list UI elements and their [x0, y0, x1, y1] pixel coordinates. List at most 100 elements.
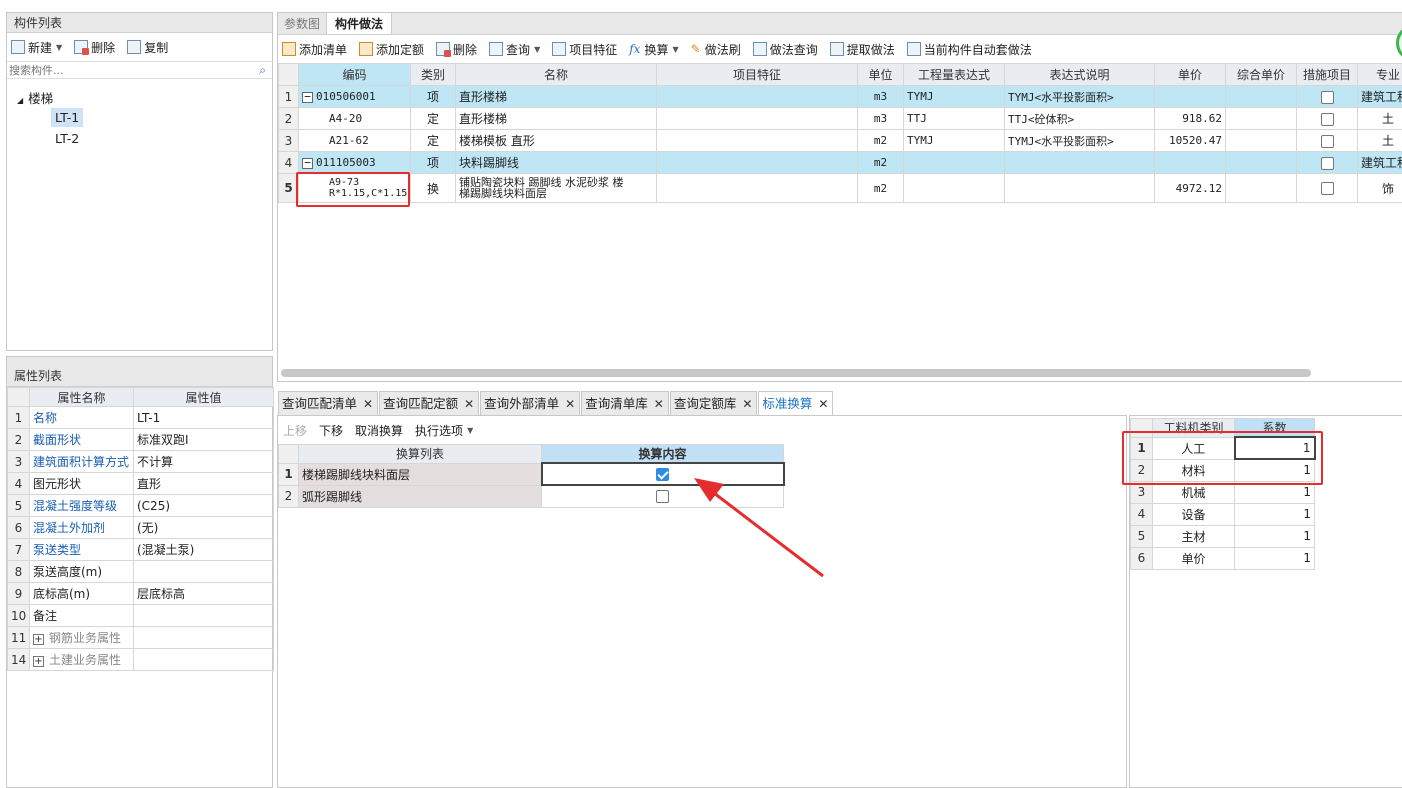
- table-row[interactable]: 4 设备 1: [1130, 502, 1315, 526]
- tab-component-method[interactable]: 构件做法: [326, 13, 393, 34]
- close-icon[interactable]: ✕: [818, 397, 828, 411]
- component-search-input[interactable]: [7, 62, 247, 78]
- prop-value[interactable]: 标准双跑I: [133, 428, 274, 451]
- coefficient-input[interactable]: 1: [1234, 546, 1315, 570]
- measure-checkbox[interactable]: [1320, 112, 1334, 126]
- prop-value[interactable]: LT-1: [133, 406, 274, 429]
- prop-value[interactable]: [133, 604, 274, 627]
- prop-value[interactable]: 直形: [133, 472, 274, 495]
- extract-method-button[interactable]: 提取做法: [829, 41, 895, 58]
- col-measure: 措施项目: [1296, 63, 1358, 86]
- copy-icon: [127, 40, 142, 54]
- copy-button[interactable]: 复制: [127, 39, 168, 56]
- fx-icon: fx: [629, 42, 641, 56]
- coefficient-input[interactable]: 1: [1234, 524, 1315, 548]
- table-row[interactable]: 3 A21-62 定 楼梯模板 直形 m2 TYMJ TYMJ<水平投影面积> …: [278, 129, 1402, 152]
- close-icon[interactable]: ✕: [363, 397, 373, 411]
- col-conversion-content: 换算内容: [541, 444, 784, 464]
- horizontal-scrollbar[interactable]: [281, 369, 1311, 377]
- component-list-title: 构件列表: [7, 13, 272, 33]
- method-brush-button[interactable]: ✎ 做法刷: [691, 41, 741, 58]
- property-list-title: 属性列表: [7, 357, 272, 387]
- move-down-button[interactable]: 下移: [319, 422, 343, 439]
- add-quota-button[interactable]: 添加定额: [359, 41, 424, 58]
- col-desc: 表达式说明: [1004, 63, 1155, 86]
- delete-icon: [74, 40, 90, 55]
- prop-value[interactable]: 不计算: [133, 450, 274, 473]
- col-total-price: 综合单价: [1225, 63, 1297, 86]
- query-button[interactable]: 查询 ▼: [489, 41, 540, 58]
- tree-root-stairs[interactable]: ◢ 楼梯: [17, 88, 53, 107]
- annotation-box-code: [296, 172, 410, 207]
- table-row[interactable]: 1 −010506001 项 直形楼梯 m3 TYMJ TYMJ<水平投影面积>…: [278, 85, 1402, 108]
- prop-value[interactable]: 层底标高: [133, 582, 274, 605]
- new-button[interactable]: 新建 ▼: [11, 39, 62, 56]
- move-up-button[interactable]: 上移: [283, 422, 307, 439]
- auto-apply-icon: [906, 42, 921, 56]
- col-code: 编码: [298, 63, 411, 86]
- chevron-down-icon: ▼: [56, 42, 63, 52]
- tab-quota-library[interactable]: 查询定额库 ✕: [669, 391, 758, 415]
- component-list-panel: 构件列表 新建▼ 删除 复制 ⌕ ◢楼梯 LT-1 LT-2: [6, 12, 273, 351]
- collapse-icon: ◢: [17, 96, 24, 105]
- prop-name: 混凝土外加剂: [29, 516, 134, 539]
- collapse-icon[interactable]: −: [302, 91, 313, 103]
- annotation-box-coefficients: [1122, 431, 1323, 485]
- method-query-icon: [752, 42, 767, 56]
- close-icon[interactable]: ✕: [464, 397, 474, 411]
- add-list-button[interactable]: 添加清单: [282, 41, 347, 58]
- measure-checkbox[interactable]: [1320, 90, 1334, 104]
- method-query-button[interactable]: 做法查询: [752, 41, 818, 58]
- chevron-down-icon: ▼: [534, 44, 541, 54]
- brush-icon: ✎: [690, 42, 701, 56]
- table-row[interactable]: 6 单价 1: [1130, 546, 1315, 570]
- exec-options-button[interactable]: 执行选项 ▼: [415, 422, 473, 439]
- delete-row-button[interactable]: 删除: [436, 41, 477, 58]
- tab-standard-conversion[interactable]: 标准换算 ✕: [758, 391, 834, 415]
- collapse-icon[interactable]: −: [302, 157, 313, 169]
- prop-name: 底标高(m): [29, 582, 134, 605]
- prop-value[interactable]: [133, 560, 274, 583]
- prop-group-steel[interactable]: + 钢筋业务属性: [29, 626, 134, 649]
- cancel-conversion-button[interactable]: 取消换算: [355, 422, 403, 439]
- tree-item-lt1[interactable]: LT-1: [51, 108, 84, 127]
- table-row[interactable]: 4 −011105003 项 块料踢脚线 m2 建筑工程: [278, 151, 1402, 174]
- conversion-checkbox[interactable]: [656, 468, 669, 481]
- prop-name: 截面形状: [29, 428, 134, 451]
- tab-match-quota[interactable]: 查询匹配定额 ✕: [379, 391, 480, 415]
- delete-icon: [436, 42, 452, 57]
- annotation-arrow: [694, 478, 824, 578]
- prop-name: 建筑面积计算方式: [29, 450, 134, 473]
- prop-header-name: 属性名称: [29, 387, 134, 407]
- feature-icon: [552, 42, 567, 56]
- measure-checkbox[interactable]: [1320, 134, 1334, 148]
- tab-list-library[interactable]: 查询清单库 ✕: [581, 391, 669, 415]
- measure-checkbox[interactable]: [1320, 182, 1334, 195]
- prop-name: 图元形状: [29, 472, 134, 495]
- query-icon: [489, 42, 504, 56]
- search-icon[interactable]: ⌕: [259, 63, 266, 78]
- table-row[interactable]: 5 A9-73 R*1.15,C*1.15 换 铺贴陶瓷块料 踢脚线 水泥砂浆 楼…: [278, 173, 1402, 203]
- close-icon[interactable]: ✕: [565, 397, 575, 411]
- coefficient-input[interactable]: 1: [1234, 502, 1315, 526]
- table-row[interactable]: 5 主材 1: [1130, 524, 1315, 548]
- delete-button[interactable]: 删除: [74, 39, 115, 56]
- tab-param-diagram[interactable]: 参数图: [278, 13, 326, 34]
- auto-apply-button[interactable]: 当前构件自动套做法: [906, 41, 1032, 58]
- bottom-tabs: 查询匹配清单 ✕ 查询匹配定额 ✕ 查询外部清单 ✕ 查询清单库 ✕ 查询定额库 ✕ 标准…: [278, 391, 834, 415]
- tree-item-lt2[interactable]: LT-2: [51, 131, 83, 146]
- measure-checkbox[interactable]: [1320, 156, 1334, 170]
- prop-value[interactable]: (无): [133, 516, 274, 539]
- conversion-checkbox[interactable]: [656, 490, 669, 504]
- prop-value[interactable]: (混凝土泵): [133, 538, 274, 561]
- convert-button[interactable]: fx 换算 ▼: [629, 41, 678, 58]
- col-price: 单价: [1154, 63, 1226, 86]
- close-icon[interactable]: ✕: [742, 397, 752, 411]
- close-icon[interactable]: ✕: [654, 397, 664, 411]
- prop-group-civil[interactable]: + 土建业务属性: [29, 648, 134, 671]
- item-feature-button[interactable]: 项目特征: [552, 41, 617, 58]
- prop-value[interactable]: (C25): [133, 494, 274, 517]
- tab-match-list[interactable]: 查询匹配清单 ✕: [278, 391, 379, 415]
- table-row[interactable]: 2 A4-20 定 直形楼梯 m3 TTJ TTJ<砼体积> 918.62 土: [278, 107, 1402, 130]
- tab-external-list[interactable]: 查询外部清单 ✕: [480, 391, 581, 415]
